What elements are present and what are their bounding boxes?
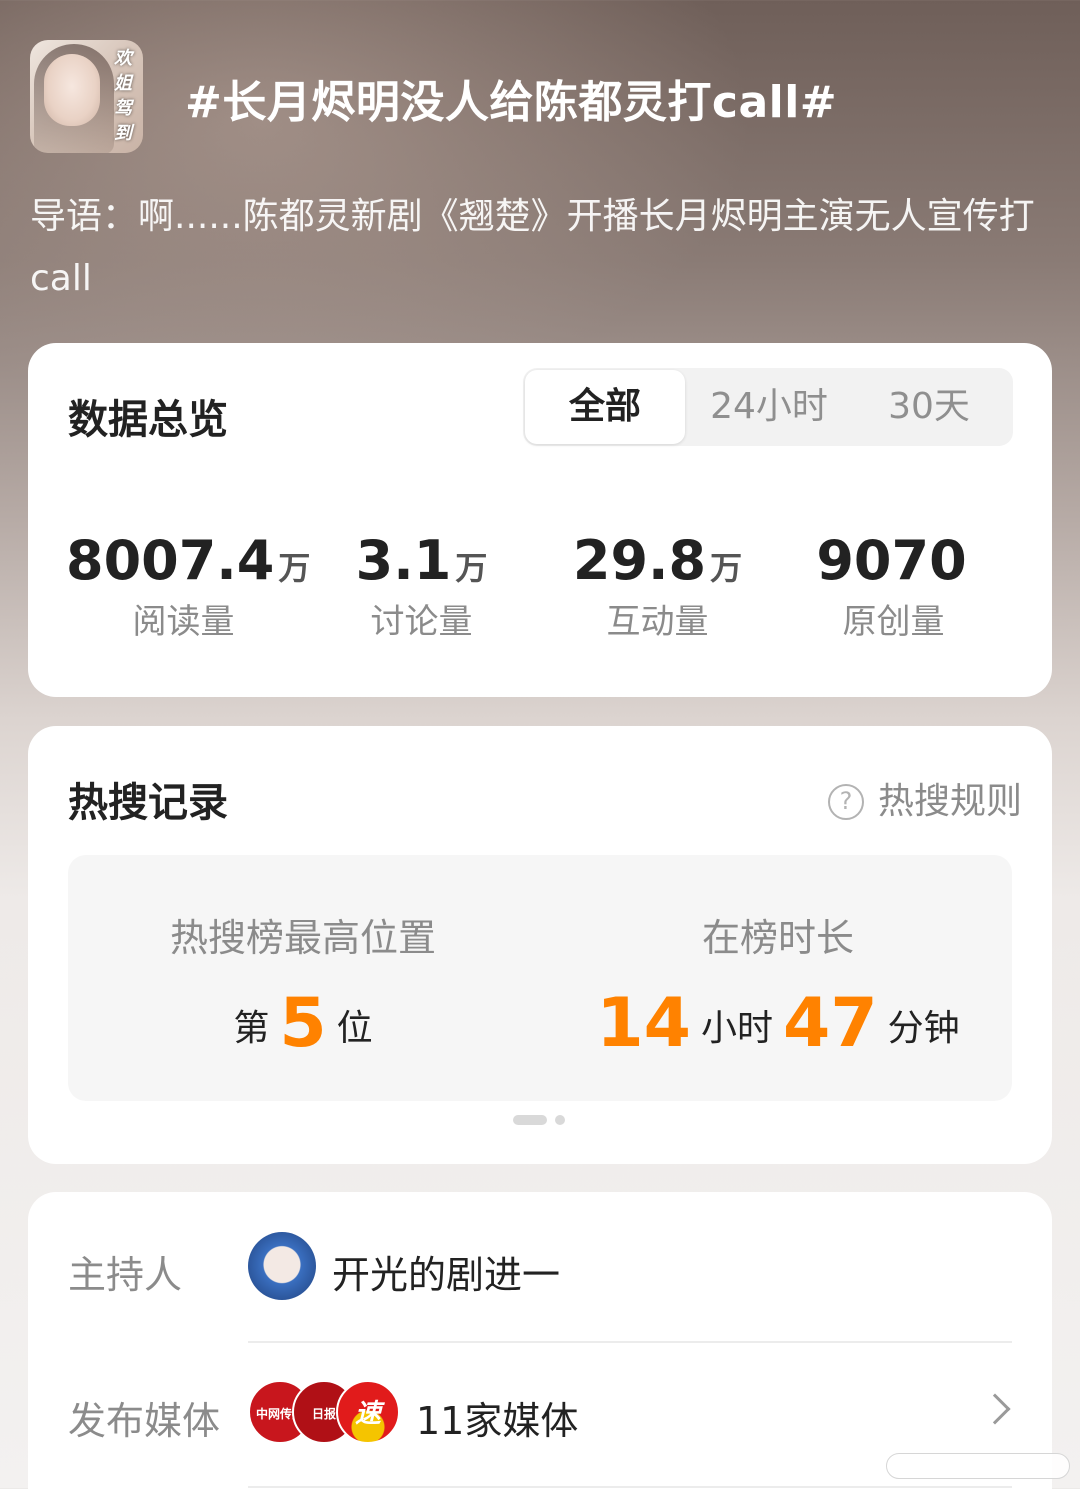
home-indicator [886, 1453, 1070, 1479]
stat-value: 8007.4 [66, 529, 275, 592]
media-logo-stack: 中网传播 日报 速 [248, 1380, 400, 1444]
host-label: 主持人 [68, 1253, 183, 1297]
divider [248, 1486, 1012, 1488]
highest-rank-block: 热搜榜最高位置 第5位 [128, 907, 478, 1063]
topic-info-card: 主持人 开光的剧进一 发布媒体 中网传播 日报 速 11家媒体 [28, 1192, 1052, 1489]
media-logo: 速 [336, 1380, 400, 1444]
hot-search-title: 热搜记录 [68, 780, 228, 826]
stat-label: 互动量 [606, 602, 709, 642]
minutes-unit: 分钟 [887, 1008, 960, 1049]
duration-caption: 在榜时长 [701, 916, 854, 960]
rank-suffix: 位 [336, 1008, 373, 1049]
hot-search-rules-link[interactable]: ? 热搜规则 [827, 772, 1022, 824]
carousel-dot-active [513, 1115, 547, 1125]
stat-label: 讨论量 [370, 602, 473, 642]
topic-avatar[interactable]: 欢姐驾到 [30, 40, 143, 153]
stat-label: 阅读量 [132, 602, 235, 642]
tab-24-hours[interactable]: 24小时 [689, 368, 849, 446]
divider [248, 1341, 1012, 1343]
host-name[interactable]: 开光的剧进一 [332, 1244, 560, 1299]
stat-discussion-count: 3.1 万 讨论量 [304, 529, 539, 643]
chevron-right-icon [979, 1393, 1011, 1425]
stat-value: 29.8 [572, 529, 707, 592]
data-overview-card: 数据总览 全部 24小时 30天 8007.4 万 阅读量 3.1 万 讨论量 29… [28, 343, 1052, 697]
stat-label: 原创量 [842, 602, 945, 642]
stat-original-count: 9070 原创量 [776, 529, 1011, 643]
topic-header: 欢姐驾到 #长月烬明没人给陈都灵打call# [30, 40, 1050, 155]
stat-unit: 万 [710, 549, 743, 587]
media-row[interactable]: 发布媒体 中网传播 日报 速 11家媒体 [68, 1380, 1012, 1450]
stat-unit: 万 [455, 549, 488, 587]
topic-intro: 导语：啊......陈都灵新剧《翘楚》开播长月烬明主演无人宣传打call [30, 196, 1035, 299]
host-row[interactable]: 主持人 开光的剧进一 [68, 1232, 1012, 1302]
stat-interaction-count: 29.8 万 互动量 [540, 529, 775, 643]
highest-rank-caption: 热搜榜最高位置 [169, 916, 436, 960]
overview-period-tabs: 全部 24小时 30天 [523, 368, 1013, 446]
stat-read-count: 8007.4 万 阅读量 [66, 529, 310, 643]
media-count: 11家媒体 [416, 1399, 579, 1443]
rules-label: 热搜规则 [877, 781, 1022, 822]
avatar-overlay-text: 欢姐驾到 [114, 48, 132, 144]
tab-all[interactable]: 全部 [525, 370, 685, 444]
duration-minutes: 47 [783, 984, 878, 1063]
avatar-face-shape [44, 54, 100, 126]
topic-title: #长月烬明没人给陈都灵打call# [185, 77, 838, 128]
rank-prefix: 第 [233, 1008, 270, 1049]
overview-title: 数据总览 [68, 397, 228, 443]
stat-value: 9070 [816, 529, 967, 592]
rank-value: 5 [279, 984, 327, 1063]
duration-hours: 14 [596, 984, 691, 1063]
help-icon: ? [827, 784, 864, 820]
host-avatar[interactable] [248, 1232, 316, 1300]
on-list-duration-block: 在榜时长 14 小时 47 分钟 [588, 907, 968, 1063]
hot-search-summary: 热搜榜最高位置 第5位 在榜时长 14 小时 47 分钟 [68, 855, 1012, 1101]
hours-unit: 小时 [700, 1008, 773, 1049]
tab-30-days[interactable]: 30天 [849, 368, 1009, 446]
stat-value: 3.1 [355, 529, 452, 592]
carousel-dot [555, 1115, 565, 1125]
hot-search-card: 热搜记录 ? 热搜规则 热搜榜最高位置 第5位 在榜时长 14 小时 47 分钟 [28, 726, 1052, 1164]
media-label: 发布媒体 [68, 1399, 221, 1443]
